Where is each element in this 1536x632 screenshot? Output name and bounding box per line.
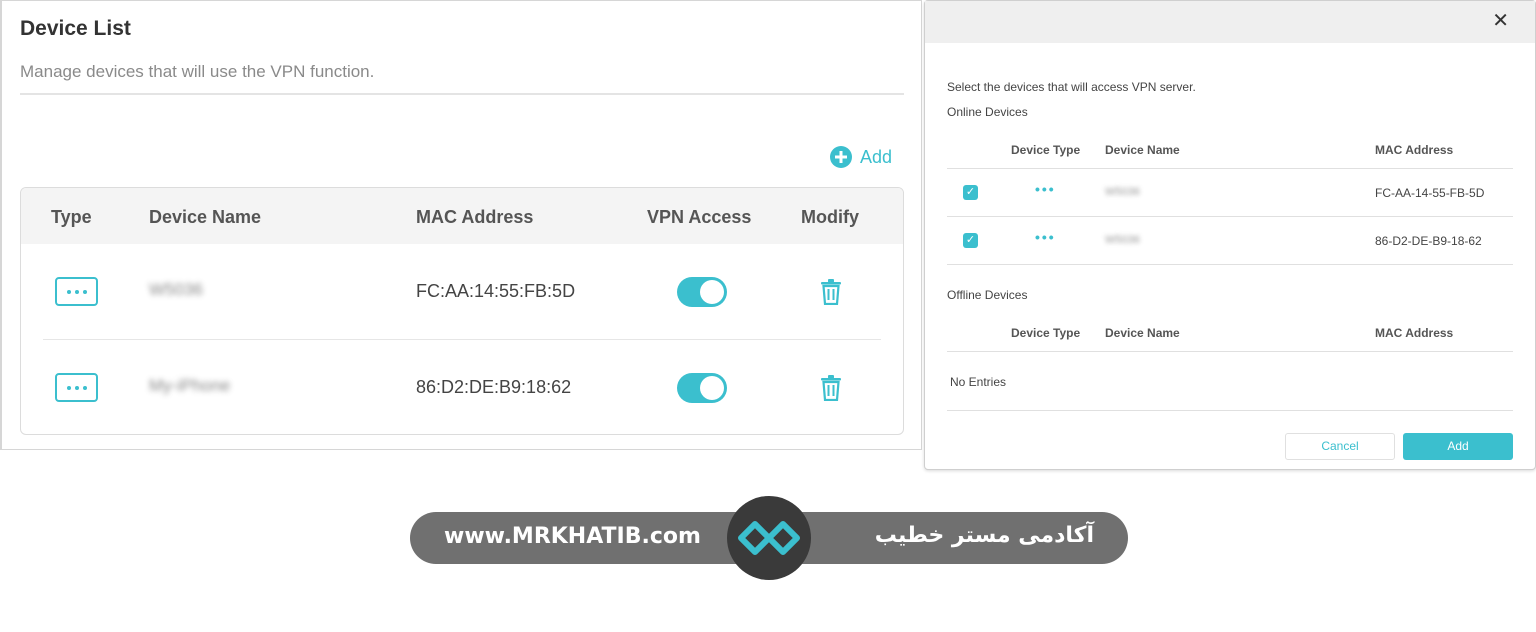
online-devices-heading: Online Devices — [947, 105, 1028, 119]
more-dots-icon: ••• — [1035, 181, 1056, 197]
column-header-type: Type — [51, 207, 92, 227]
checkbox-checked-icon[interactable]: ✓ — [963, 185, 978, 200]
no-entries-text: No Entries — [950, 375, 1007, 389]
offline-column-header-device-type: Device Type — [1011, 326, 1081, 340]
brand-name: آکادمی مستر خطیب — [874, 523, 1094, 548]
column-header-mac-address: MAC Address — [416, 207, 534, 227]
more-dots-icon[interactable] — [55, 373, 98, 402]
divider — [947, 216, 1513, 217]
divider — [947, 410, 1513, 411]
table-row: W5036 FC:AA:14:55:FB:5D — [21, 244, 903, 340]
add-device-button[interactable]: Add — [830, 146, 892, 168]
brand-logo-icon — [727, 496, 811, 580]
close-icon[interactable]: ✕ — [1492, 11, 1509, 31]
mac-address: 86:D2:DE:B9:18:62 — [416, 377, 572, 397]
brand-logo-mark — [738, 521, 800, 555]
mac-address: FC-AA-14-55-FB-5D — [1375, 186, 1485, 200]
toggle-knob — [700, 376, 724, 400]
vpn-access-toggle[interactable] — [677, 277, 727, 307]
mac-address: FC:AA:14:55:FB:5D — [416, 281, 576, 301]
select-devices-dialog: ✕ Select the devices that will access VP… — [924, 0, 1536, 470]
device-list-panel: Device List Manage devices that will use… — [0, 0, 922, 450]
divider — [947, 351, 1513, 352]
device-name: W5036 — [149, 280, 203, 299]
add-device-label: Add — [860, 146, 893, 167]
dialog-header: ✕ — [925, 1, 1535, 43]
device-table: Type Device Name MAC Address VPN Access … — [20, 187, 904, 435]
trash-icon[interactable] — [820, 375, 842, 401]
trash-icon[interactable] — [820, 279, 842, 305]
offline-column-header-device-name: Device Name — [1105, 326, 1180, 340]
more-dots-icon: ••• — [1035, 229, 1056, 245]
vpn-access-toggle[interactable] — [677, 373, 727, 403]
page-title: Device List — [20, 17, 131, 40]
add-button[interactable]: Add — [1403, 433, 1513, 460]
website-url: www.MRKHATIB.com — [444, 524, 701, 549]
device-name: W5036 — [1105, 186, 1140, 198]
divider — [947, 168, 1513, 169]
divider — [20, 93, 904, 95]
device-name: My-iPhone — [149, 376, 231, 395]
table-row: My-iPhone 86:D2:DE:B9:18:62 — [21, 340, 903, 434]
offline-column-header-mac-address: MAC Address — [1375, 326, 1454, 340]
column-header-vpn-access: VPN Access — [647, 207, 752, 227]
divider — [947, 264, 1513, 265]
mac-address: 86-D2-DE-B9-18-62 — [1375, 234, 1482, 248]
page-subtitle: Manage devices that will use the VPN fun… — [20, 62, 375, 81]
dialog-instruction: Select the devices that will access VPN … — [947, 80, 1196, 94]
table-header: Type Device Name MAC Address VPN Access … — [21, 188, 903, 244]
offline-devices-heading: Offline Devices — [947, 288, 1028, 302]
online-column-header-mac-address: MAC Address — [1375, 143, 1454, 157]
online-column-header-device-name: Device Name — [1105, 143, 1180, 157]
column-header-device-name: Device Name — [149, 207, 262, 227]
device-name: W5036 — [1105, 234, 1140, 246]
checkbox-checked-icon[interactable]: ✓ — [963, 233, 978, 248]
column-header-modify: Modify — [801, 207, 859, 227]
online-column-header-device-type: Device Type — [1011, 143, 1081, 157]
toggle-knob — [700, 280, 724, 304]
plus-circle-icon — [830, 146, 852, 168]
more-dots-icon[interactable] — [55, 277, 98, 306]
cancel-button[interactable]: Cancel — [1285, 433, 1395, 460]
